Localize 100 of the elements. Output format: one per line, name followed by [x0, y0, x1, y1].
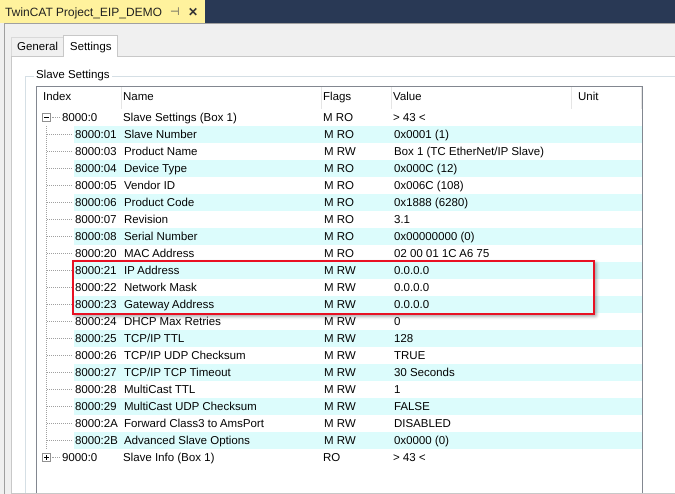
tab[interactable]: General	[11, 37, 64, 56]
shaded-row[interactable]: 8000:25 TCP/IP TTL M RW 128	[74, 330, 642, 347]
table-cell: DISABLED	[394, 418, 451, 430]
table-cell: MAC Address	[124, 248, 194, 260]
table-cell: 8000:07	[74, 214, 117, 226]
table-cell: 0.0.0.0	[394, 282, 430, 294]
table-cell: 8000:28	[74, 384, 117, 396]
table-cell: 8000:25	[74, 332, 117, 344]
table-cell: MultiCast UDP Checksum	[124, 400, 257, 412]
table-cell: 0x0001 (1)	[394, 128, 449, 140]
table-cell: M RO	[324, 162, 354, 174]
table-cell: M RW	[324, 282, 356, 294]
shaded-row[interactable]: 8000:21 IP Address M RW 0.0.0.0	[74, 262, 642, 279]
table-row[interactable]: 8000:22 Network Mask M RW 0.0.0.0	[74, 279, 642, 296]
table-cell: Slave Number	[124, 128, 197, 140]
table-cell: 8000:2A	[74, 418, 118, 430]
table-cell: 0.0.0.0	[394, 298, 430, 310]
table-cell: M RW	[324, 298, 356, 310]
table-cell: 8000:23	[74, 298, 117, 310]
table-cell: M RO	[323, 112, 354, 124]
pin-button[interactable]: ⊣	[170, 5, 180, 18]
table-cell: 3.1	[394, 214, 410, 226]
table-cell: M RW	[324, 434, 356, 446]
shaded-row[interactable]: 8000:27 TCP/IP TCP Timeout M RW 30 Seconds	[74, 364, 642, 381]
table-cell: Vendor ID	[124, 180, 176, 192]
table-cell: 0x000C (12)	[394, 162, 458, 174]
table-cell: M RW	[324, 146, 356, 158]
shaded-row[interactable]: 8000:2B Advanced Slave Options M RW 0x0000 (0)	[74, 432, 642, 449]
group-title: Slave Settings	[34, 69, 112, 81]
table-cell: 128	[394, 332, 414, 344]
table-cell: 8000:2B	[74, 434, 118, 446]
table-cell: > 43 <	[393, 112, 426, 124]
table-row[interactable]: 8000:20 MAC Address M RO 02 00 01 1C A6 75	[74, 245, 642, 262]
table-cell: 02 00 01 1C A6 75	[394, 248, 490, 260]
tree-toggle[interactable]	[42, 113, 51, 122]
table-cell: 0	[394, 316, 400, 328]
column-header[interactable]: Value	[392, 87, 572, 109]
column-header[interactable]: Index	[37, 87, 122, 109]
table-row[interactable]: 8000:24 DHCP Max Retries M RW 0	[74, 313, 642, 330]
table-cell: Gateway Address	[124, 298, 214, 310]
table-cell: 0x1888 (6280)	[394, 196, 468, 208]
table-cell: FALSE	[394, 400, 430, 412]
table-cell: M RW	[324, 384, 356, 396]
column-header[interactable]: Unit	[572, 87, 642, 109]
table-cell: 8000:0	[62, 112, 98, 124]
shaded-row[interactable]: 8000:29 MultiCast UDP Checksum M RW FALSE	[74, 398, 642, 415]
table-cell: Slave Info (Box 1)	[123, 452, 214, 464]
table-cell: Forward Class3 to AmsPort	[124, 418, 264, 430]
table-cell: M RO	[324, 128, 354, 140]
shaded-row[interactable]: 8000:06 Product Code M RO 0x1888 (6280)	[74, 194, 642, 211]
shaded-row[interactable]: 8000:08 Serial Number M RO 0x00000000 (0)	[74, 228, 642, 245]
table-cell: 8000:24	[74, 316, 117, 328]
table-cell: 8000:22	[74, 282, 117, 294]
table-cell: TCP/IP TTL	[124, 332, 184, 344]
table-cell: 8000:03	[74, 146, 117, 158]
table-cell: RO	[323, 452, 340, 464]
table-cell: Advanced Slave Options	[124, 434, 250, 446]
table-cell: 30 Seconds	[394, 366, 455, 378]
table-row[interactable]: 8000:28 MultiCast TTL M RW 1	[74, 381, 642, 398]
table-cell: Revision	[124, 214, 168, 226]
document-tab[interactable]: TwinCAT Project_EIP_DEMO ⊣ ✕	[0, 0, 205, 23]
column-header[interactable]: Flags	[322, 87, 392, 109]
shaded-row[interactable]: 8000:23 Gateway Address M RW 0.0.0.0	[74, 296, 642, 313]
table-cell: 8000:20	[74, 248, 117, 260]
table-cell: M RO	[324, 180, 354, 192]
document-title: TwinCAT Project_EIP_DEMO	[5, 4, 162, 18]
close-button[interactable]: ✕	[188, 4, 198, 18]
table-cell: 0x00000000 (0)	[394, 230, 475, 242]
table-row[interactable]: 8000:26 TCP/IP UDP Checksum M RW TRUE	[74, 347, 642, 364]
column-header[interactable]: Name	[122, 87, 322, 109]
table-cell: M RO	[324, 196, 354, 208]
shaded-row[interactable]: 8000:04 Device Type M RO 0x000C (12)	[74, 160, 642, 177]
tree-toggle[interactable]	[42, 453, 51, 462]
table-row[interactable]: 8000:07 Revision M RO 3.1	[74, 211, 642, 228]
table-cell: 8000:05	[74, 180, 117, 192]
table-cell: 8000:04	[74, 162, 117, 174]
table-cell: 1	[394, 384, 400, 396]
table-row[interactable]: 8000:03 Product Name M RW Box 1 (TC EtherNet/IP Slave)	[74, 143, 642, 160]
table-row[interactable]: 8000:2A Forward Class3 to AmsPort M RW DISABLED	[74, 415, 642, 432]
table-cell: 8000:29	[74, 400, 117, 412]
table-cell: TCP/IP TCP Timeout	[124, 366, 231, 378]
table-cell: 0x0000 (0)	[394, 434, 449, 446]
table-cell: > 43 <	[393, 452, 426, 464]
table-row[interactable]: 8000:05 Vendor ID M RO 0x006C (108)	[74, 177, 642, 194]
table-cell: TCP/IP UDP Checksum	[124, 350, 246, 362]
table-cell: M RW	[324, 350, 356, 362]
table-cell: M RW	[324, 366, 356, 378]
table-cell: 8000:27	[74, 366, 117, 378]
shaded-row[interactable]: 8000:01 Slave Number M RO 0x0001 (1)	[74, 126, 642, 143]
table-cell: Device Type	[124, 162, 188, 174]
table-cell: M RO	[324, 248, 354, 260]
table-cell: Product Name	[124, 146, 198, 158]
table-cell: 0x006C (108)	[394, 180, 464, 192]
table-cell: Network Mask	[124, 282, 197, 294]
table-cell: 8000:08	[74, 230, 117, 242]
table-cell: M RW	[324, 418, 356, 430]
table-cell: IP Address	[124, 264, 180, 276]
tab[interactable]: Settings	[62, 35, 118, 57]
table-cell: M RO	[324, 214, 354, 226]
table-cell: M RW	[324, 264, 356, 276]
